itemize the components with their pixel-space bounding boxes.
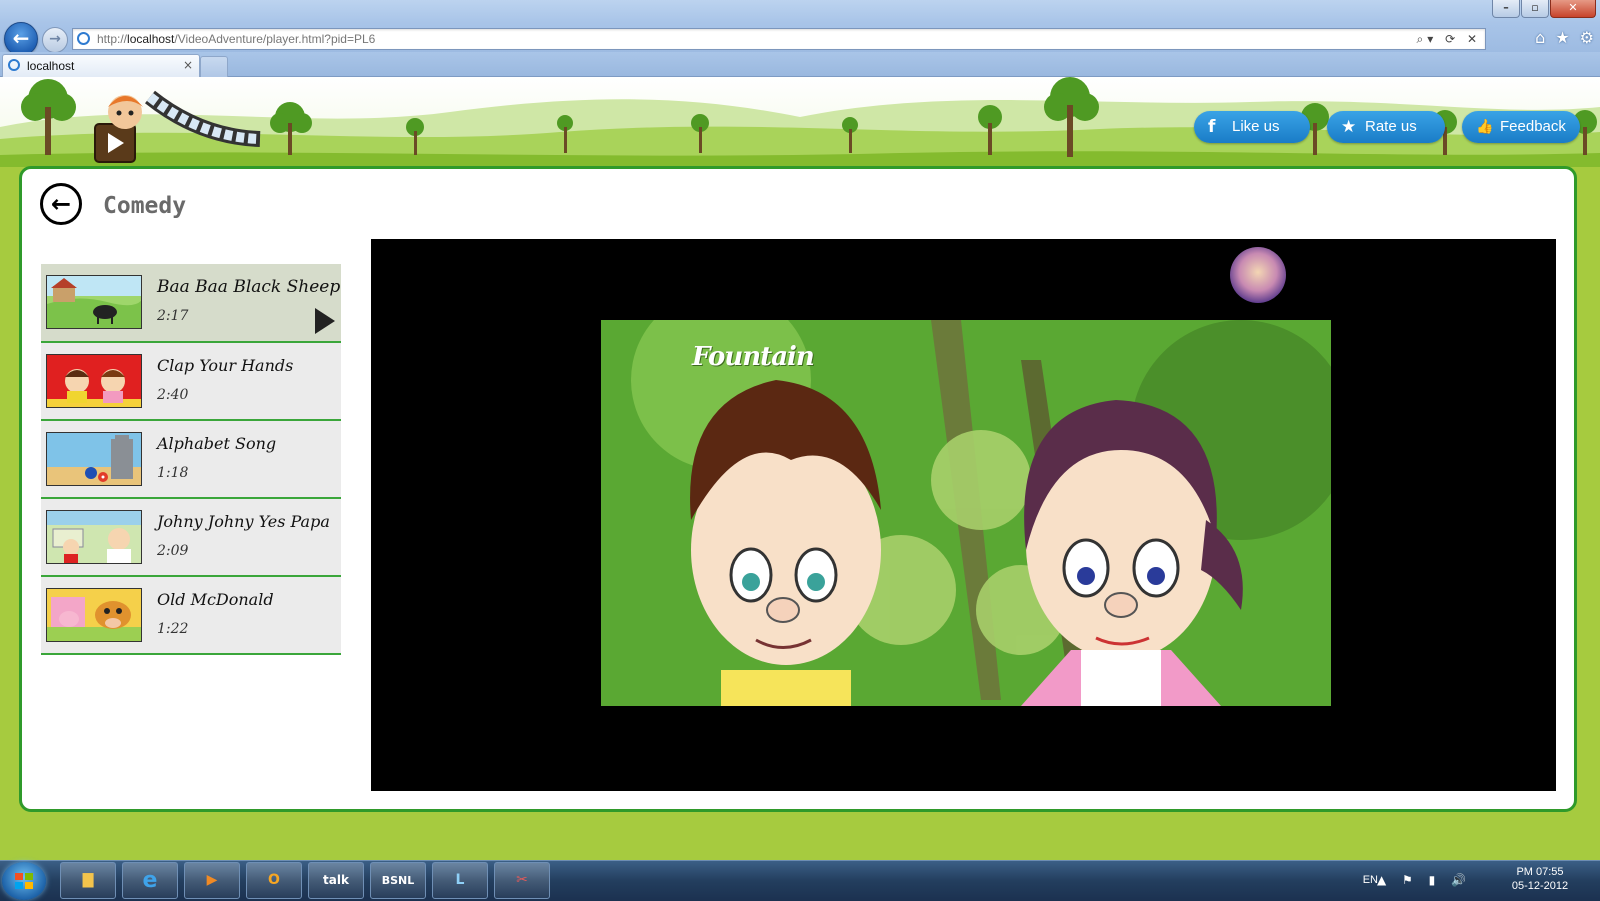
window-controls: – ▫ ✕ bbox=[1491, 0, 1596, 18]
taskbar-snipping-button[interactable]: ✂ bbox=[494, 862, 550, 899]
clock[interactable]: PM 07:55 05-12-2012 bbox=[1502, 865, 1578, 893]
playlist-item[interactable]: Johny Johny Yes Papa 2:09 bbox=[41, 499, 341, 577]
star-icon: ★ bbox=[1341, 117, 1357, 137]
video-playlist: Baa Baa Black Sheep 2:17 Clap Your Hands… bbox=[41, 264, 341, 655]
video-title: Johny Johny Yes Papa bbox=[157, 512, 330, 531]
favorites-star-icon[interactable]: ★ bbox=[1555, 28, 1569, 48]
close-window-button[interactable]: ✕ bbox=[1550, 0, 1596, 18]
thumbs-up-icon: 👍 bbox=[1476, 119, 1494, 135]
browser-tab-localhost[interactable]: localhost × bbox=[2, 54, 200, 77]
tab-strip: localhost × bbox=[0, 52, 1600, 77]
taskbar-lync-button[interactable]: L bbox=[432, 862, 488, 899]
taskbar-outlook-button[interactable]: O bbox=[246, 862, 302, 899]
taskbar-ie-button[interactable]: e bbox=[122, 862, 178, 899]
lync-icon: L bbox=[455, 872, 465, 888]
new-tab-button[interactable] bbox=[200, 56, 228, 77]
video-duration: 1:22 bbox=[157, 621, 189, 637]
channel-watermark-logo bbox=[1230, 247, 1286, 303]
taskbar-explorer-button[interactable]: ▇ bbox=[60, 862, 116, 899]
home-icon[interactable]: ⌂ bbox=[1535, 28, 1545, 48]
video-title: Alphabet Song bbox=[157, 434, 277, 453]
category-title: Comedy bbox=[103, 193, 187, 219]
video-title: Clap Your Hands bbox=[157, 356, 294, 375]
language-indicator[interactable]: EN bbox=[1363, 873, 1378, 887]
taskbar-talk-button[interactable]: talk bbox=[308, 862, 364, 899]
like-us-button[interactable]: f Like us bbox=[1194, 111, 1310, 143]
playlist-item[interactable]: Old McDonald 1:22 bbox=[41, 577, 341, 655]
play-indicator-icon[interactable] bbox=[315, 308, 335, 334]
taskbar-bsnl-button[interactable]: BSNL bbox=[370, 862, 426, 899]
tab-title: localhost bbox=[27, 59, 75, 73]
video-title: Old McDonald bbox=[157, 590, 274, 609]
folder-icon: ▇ bbox=[82, 872, 94, 888]
windows-taskbar: ▇ e ▶ O talk BSNL L ✂ EN ▲ ⚑ ▮ 🔊 PM 07:5… bbox=[0, 860, 1600, 901]
browser-back-button[interactable]: ← bbox=[4, 22, 38, 56]
address-url[interactable]: http://localhost/VideoAdventure/player.h… bbox=[97, 31, 375, 47]
playlist-item[interactable]: Alphabet Song 1:18 bbox=[41, 421, 341, 499]
media-player-icon: ▶ bbox=[206, 872, 218, 888]
ie-page-icon bbox=[77, 32, 90, 45]
facebook-icon: f bbox=[1208, 117, 1216, 137]
talk-icon: talk bbox=[323, 873, 349, 887]
playlist-item[interactable]: Baa Baa Black Sheep 2:17 bbox=[41, 264, 341, 343]
maximize-button[interactable]: ▫ bbox=[1521, 0, 1549, 18]
snipping-tool-icon: ✂ bbox=[516, 872, 528, 888]
start-button[interactable] bbox=[2, 862, 46, 900]
browser-titlebar: – ▫ ✕ ← → http://localhost/VideoAdventur… bbox=[0, 0, 1600, 56]
video-thumbnail bbox=[46, 588, 142, 642]
clock-date: 05-12-2012 bbox=[1511, 880, 1569, 892]
system-tray: EN ▲ ⚑ ▮ 🔊 PM 07:55 05-12-2012 bbox=[1292, 861, 1592, 901]
video-frame[interactable] bbox=[601, 320, 1331, 706]
video-duration: 1:18 bbox=[157, 465, 189, 481]
address-tools[interactable]: ⌕▾ ⟳ ✕ bbox=[1417, 31, 1481, 47]
bsnl-icon: BSNL bbox=[381, 874, 415, 887]
video-still-image bbox=[601, 320, 1331, 706]
video-duration: 2:09 bbox=[157, 543, 189, 559]
video-thumbnail bbox=[46, 354, 142, 408]
feedback-button[interactable]: 👍 Feedback bbox=[1462, 111, 1580, 143]
back-arrow-button[interactable]: ← bbox=[40, 183, 82, 225]
ie-favicon-icon bbox=[8, 59, 20, 71]
rate-us-button[interactable]: ★ Rate us bbox=[1327, 111, 1445, 143]
internet-explorer-icon: e bbox=[142, 868, 158, 893]
video-thumbnail bbox=[46, 510, 142, 564]
video-thumbnail bbox=[46, 432, 142, 486]
video-duration: 2:17 bbox=[157, 308, 189, 324]
clock-time: PM 07:55 bbox=[1516, 866, 1564, 878]
minimize-button[interactable]: – bbox=[1492, 0, 1520, 18]
video-caption-text: Fountain bbox=[692, 342, 815, 372]
settings-gear-icon[interactable]: ⚙ bbox=[1580, 28, 1594, 48]
tab-close-icon[interactable]: × bbox=[183, 57, 193, 73]
browser-toolbar-right: ⌂ ★ ⚙ bbox=[1535, 28, 1594, 48]
video-title: Baa Baa Black Sheep bbox=[157, 277, 341, 297]
address-bar[interactable]: http://localhost/VideoAdventure/player.h… bbox=[72, 28, 1486, 50]
outlook-icon: O bbox=[268, 872, 280, 888]
browser-forward-button[interactable]: → bbox=[42, 27, 68, 53]
video-duration: 2:40 bbox=[157, 387, 189, 403]
playlist-item[interactable]: Clap Your Hands 2:40 bbox=[41, 343, 341, 421]
video-thumbnail bbox=[46, 275, 142, 329]
windows-logo-icon bbox=[15, 873, 33, 889]
taskbar-media-player-button[interactable]: ▶ bbox=[184, 862, 240, 899]
tray-icons[interactable]: ▲ ⚑ ▮ 🔊 bbox=[1377, 872, 1472, 888]
